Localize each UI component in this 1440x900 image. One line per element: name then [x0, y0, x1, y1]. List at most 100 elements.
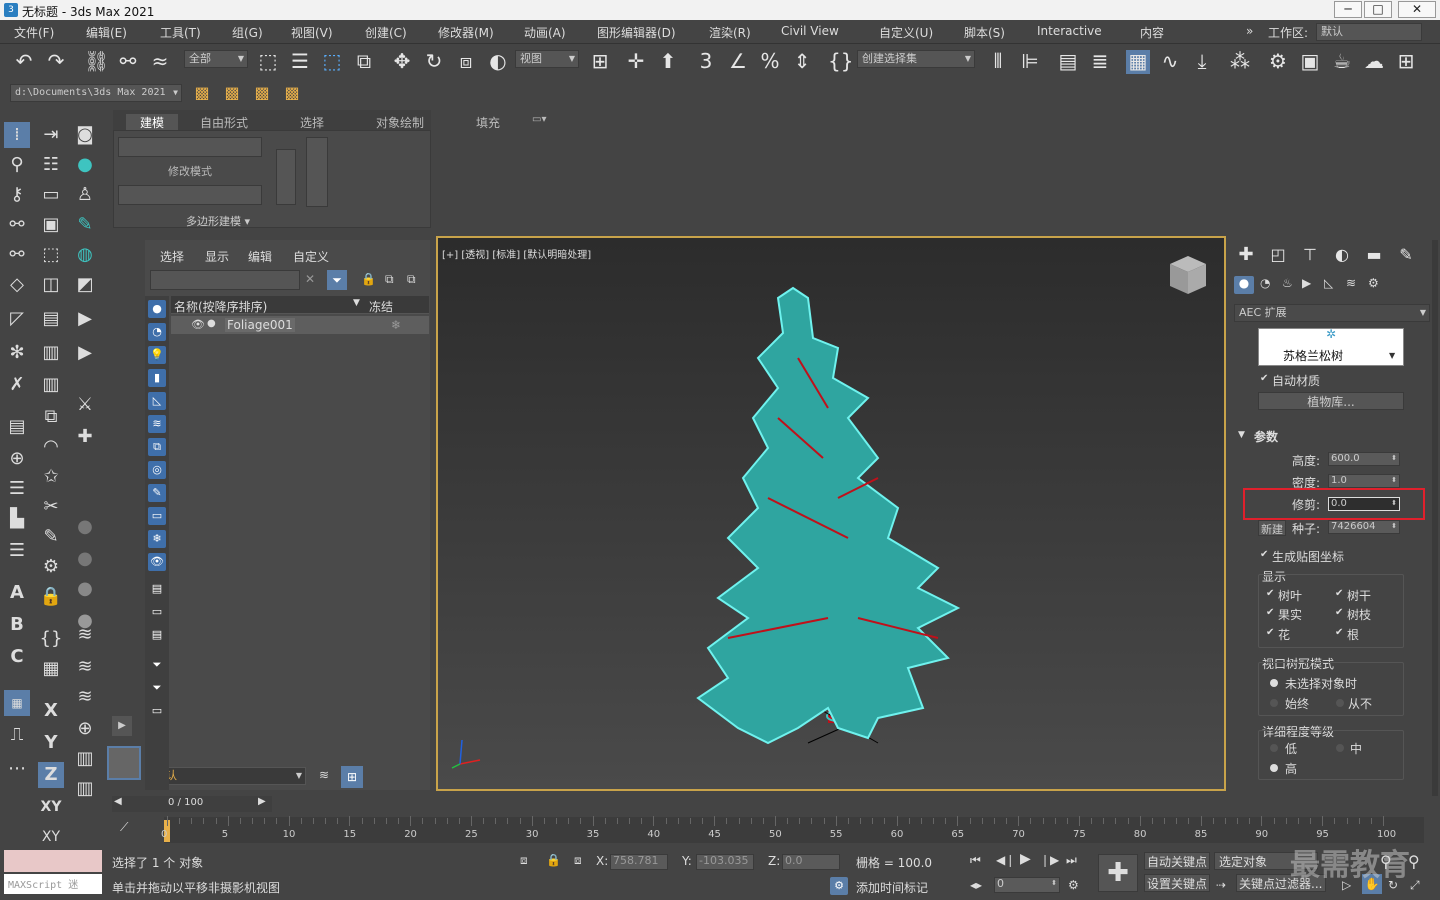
stack4-icon[interactable]: ≋ — [72, 654, 98, 680]
perspective-viewport[interactable]: [+] [透视] [标准] [默认明暗处理] — [436, 236, 1226, 791]
scissors-icon[interactable]: ✂ — [38, 494, 64, 520]
filter-hidden-icon[interactable]: 👁 — [148, 553, 166, 571]
schematic-view-icon[interactable]: ⤓ — [1190, 50, 1214, 74]
box-icon[interactable]: ⬚ — [38, 242, 64, 268]
viewport-layout-button[interactable] — [107, 746, 141, 780]
hierarchy-tab-icon[interactable]: ⊤ — [1298, 244, 1322, 268]
select-manipulate-icon[interactable]: ✛ — [624, 50, 648, 74]
menu-file[interactable]: 文件(F) — [14, 24, 54, 41]
star-icon[interactable]: ✩ — [38, 464, 64, 490]
keyboard-shortcut-icon[interactable]: ⬆ — [656, 50, 680, 74]
filter-spacewarps-icon[interactable]: ≋ — [148, 415, 166, 433]
menu-customize[interactable]: 自定义(U) — [879, 24, 933, 41]
lock-icon[interactable]: 🔒 — [38, 584, 64, 610]
menu-scripting[interactable]: 脚本(S) — [964, 24, 1005, 41]
utilities-tab-icon[interactable]: ✎ — [1394, 244, 1418, 268]
z-coord-field[interactable]: 0.0 — [782, 854, 840, 870]
motion-tab-icon[interactable]: ◐ — [1330, 244, 1354, 268]
scene-explorer-icon[interactable]: ▤ — [1056, 50, 1080, 74]
branches-checkbox[interactable]: ✔ — [1335, 608, 1345, 618]
scene-menu-display[interactable]: 显示 — [205, 248, 229, 265]
list-icon[interactable]: ☷ — [38, 152, 64, 178]
rect-select-region-icon[interactable]: ⬚ — [320, 50, 344, 74]
filter-invert-icon[interactable]: ▤ — [148, 626, 166, 644]
key-filter-icon[interactable]: ⇢ — [1216, 878, 1226, 892]
text-c-icon[interactable]: C — [4, 644, 30, 670]
funnel-icon[interactable]: ⏷ — [148, 656, 166, 674]
command-panel-scrollbar[interactable] — [1432, 240, 1438, 800]
ribbon-tab-populate[interactable]: 填充 — [476, 114, 500, 131]
cube-icon[interactable]: ◫ — [38, 272, 64, 298]
trunk-checkbox[interactable]: ✔ — [1335, 589, 1345, 599]
spinner-snap-icon[interactable]: ⇕ — [790, 50, 814, 74]
slider-left-icon[interactable]: ◀ — [114, 796, 122, 807]
selection-lock-icon[interactable]: 🔒 — [546, 853, 561, 867]
menu-create[interactable]: 创建(C) — [365, 24, 407, 41]
maxscript-input[interactable]: MAXScript 迷 — [4, 874, 102, 894]
expand-arrow-icon[interactable]: ▶ — [112, 716, 132, 736]
systems-sub-icon[interactable]: ⚙ — [1368, 276, 1379, 290]
filter-geometry-icon[interactable]: ● — [148, 300, 166, 318]
params-title[interactable]: 参数 — [1254, 428, 1278, 445]
stack5-icon[interactable]: ≋ — [72, 684, 98, 710]
vertex-select-icon[interactable]: ◇ — [4, 272, 30, 298]
braces-icon[interactable]: {} — [38, 626, 64, 652]
filter-bones-icon[interactable]: ✎ — [148, 484, 166, 502]
project-save-icon[interactable]: ▩ — [250, 82, 274, 106]
add-time-tag[interactable]: 添加时间标记 — [856, 879, 928, 896]
layer-dropdown[interactable]: 默认▼ — [150, 767, 306, 785]
filter-frozen-icon[interactable]: ❄ — [148, 530, 166, 548]
rendered-frame-icon[interactable]: ▣ — [1298, 50, 1322, 74]
render-online-icon[interactable]: ☁ — [1362, 50, 1386, 74]
scene-menu-edit[interactable]: 编辑 — [248, 248, 272, 265]
ribbon-side-buttons-2[interactable] — [306, 137, 328, 207]
x-coord-field[interactable]: 758.781 — [610, 854, 668, 870]
insert-icon[interactable]: ⇥ — [38, 122, 64, 148]
xyz-icon[interactable]: ✗ — [4, 372, 30, 398]
filter-none-icon[interactable]: ▭ — [148, 603, 166, 621]
text-a-icon[interactable]: A — [4, 580, 30, 606]
time-slider[interactable]: ◀ 0 / 100 ▶ — [112, 796, 272, 812]
menu-civil-view[interactable]: Civil View — [781, 24, 839, 38]
scene-search-input[interactable] — [150, 270, 300, 290]
dotted-line-icon[interactable]: ⋯ — [4, 756, 30, 782]
stack-icon[interactable]: ▥ — [38, 340, 64, 366]
project-open-icon[interactable]: ▩ — [220, 82, 244, 106]
sort-arrow-icon[interactable]: ▼ — [353, 298, 360, 308]
toggle-ribbon-icon[interactable]: ▦ — [1126, 50, 1150, 74]
material-editor-icon[interactable]: ⁂ — [1228, 50, 1252, 74]
menu-rendering[interactable]: 渲染(R) — [709, 24, 751, 41]
canopy-never-radio[interactable] — [1336, 699, 1344, 707]
zoom-icon[interactable]: ⚲ — [1380, 852, 1392, 871]
link-icon[interactable]: ⛓ — [84, 50, 109, 74]
abs-rel-icon[interactable]: ⧈ — [574, 853, 582, 868]
tree-model[interactable] — [438, 238, 1224, 789]
set-key-big-icon[interactable]: ✚ — [1098, 854, 1138, 892]
axis-x-icon[interactable]: X — [38, 698, 64, 724]
flowers-checkbox[interactable]: ✔ — [1266, 628, 1276, 638]
set-key-button[interactable]: 设置关键点 — [1144, 874, 1210, 892]
poly-buttons[interactable] — [118, 185, 262, 205]
menu-interactive[interactable]: Interactive — [1037, 24, 1102, 38]
key-mode-icon[interactable]: ◂▸ — [970, 878, 982, 892]
video-icon[interactable]: ▶ — [72, 340, 98, 366]
height-spinner[interactable]: 600.0 ⬍ — [1328, 452, 1400, 466]
plant-list[interactable]: ✲ 苏格兰松树 ▼ — [1258, 327, 1404, 366]
object-name-foliage[interactable]: Foliage001 — [225, 318, 295, 332]
unlink-icon[interactable]: ⚯ — [116, 50, 140, 74]
select-object-icon[interactable]: ⬚ — [256, 50, 280, 74]
tree-icon[interactable]: ⧉ — [407, 272, 416, 287]
menu-graph-editors[interactable]: 图形编辑器(D) — [597, 24, 676, 41]
freeze-snowflake-icon[interactable]: ❄ — [391, 318, 401, 332]
ribbon-tab-freeform[interactable]: 自由形式 — [200, 114, 248, 131]
menu-content[interactable]: 内容 — [1140, 24, 1164, 41]
snap-point-icon[interactable]: ⚷ — [4, 182, 30, 208]
y-coord-field[interactable]: -103.035 — [696, 854, 754, 870]
time-tag-icon[interactable]: ⚙ — [830, 877, 848, 895]
workspace-dropdown[interactable]: 默认 — [1316, 23, 1422, 41]
render-setup-icon[interactable]: ⚙ — [1266, 50, 1290, 74]
plant-list-scroll-icon[interactable]: ▼ — [1389, 351, 1395, 360]
axis-xy-alt-icon[interactable]: XY — [38, 824, 64, 845]
poly-select-icon[interactable]: ◸ — [4, 306, 30, 332]
layer-tree-icon[interactable]: ⊞ — [341, 766, 363, 788]
